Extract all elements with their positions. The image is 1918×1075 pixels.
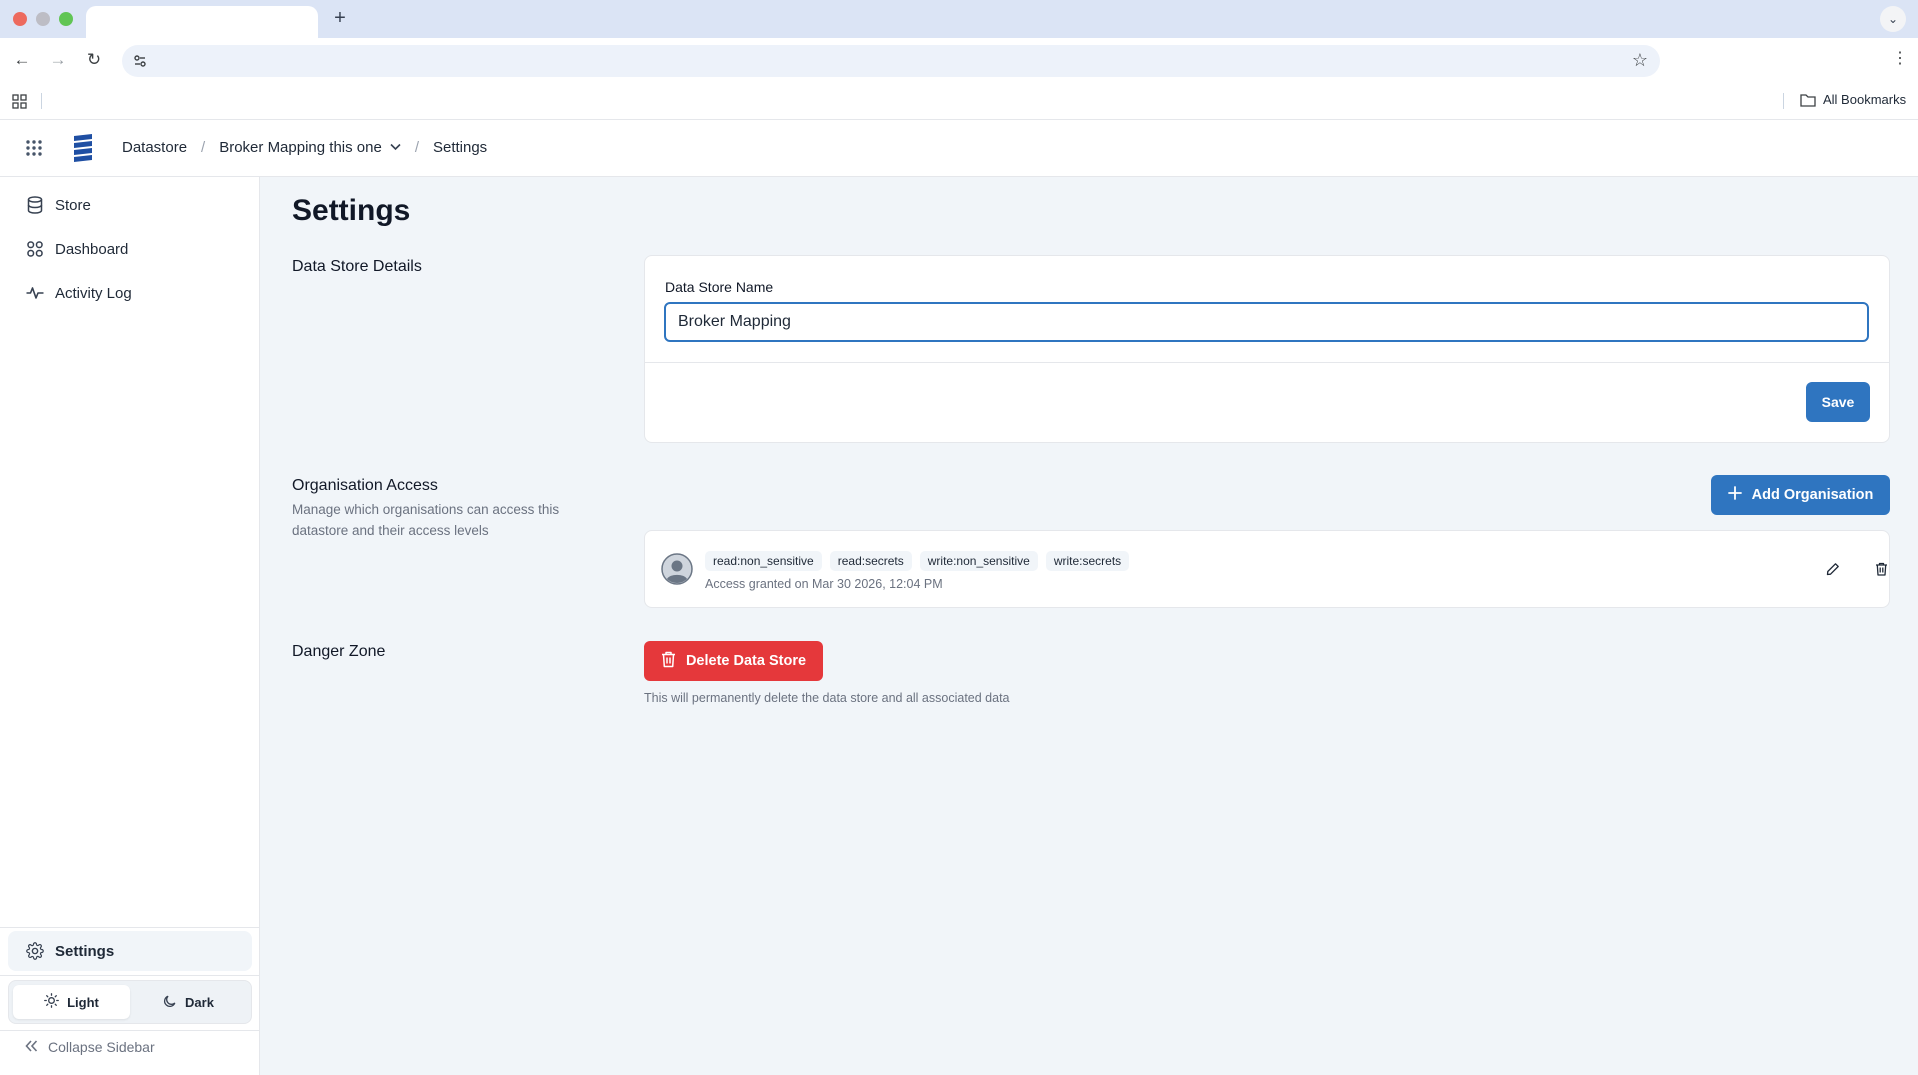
- add-organisation-label: Add Organisation: [1751, 487, 1874, 503]
- breadcrumb-separator: /: [201, 139, 206, 156]
- sidebar-divider: [0, 927, 260, 928]
- bookmarks-divider: [1783, 93, 1784, 109]
- bookmarks-divider: [41, 93, 42, 109]
- all-bookmarks-label: All Bookmarks: [1823, 92, 1907, 107]
- back-arrow-icon[interactable]: ←: [10, 48, 34, 72]
- main-content: Settings Data Store Details Data Store N…: [261, 177, 1918, 1075]
- details-card: Data Store Name Save: [644, 255, 1890, 443]
- activity-pulse-icon: [25, 283, 45, 303]
- sun-icon: [44, 993, 60, 1011]
- collapse-sidebar-button[interactable]: Collapse Sidebar: [25, 1039, 155, 1055]
- sidebar-item-label: Settings: [55, 942, 115, 960]
- sidebar-item-settings[interactable]: Settings: [8, 931, 252, 971]
- app-launcher-icon[interactable]: [25, 139, 43, 162]
- dashboard-grid-icon: [25, 239, 45, 259]
- maximize-window-button[interactable]: [59, 12, 73, 26]
- danger-zone-section-title: Danger Zone: [292, 643, 386, 660]
- permission-badge: read:non_sensitive: [705, 551, 822, 571]
- details-section-title: Data Store Details: [292, 258, 422, 275]
- sidebar-divider: [0, 975, 260, 976]
- delete-warning-text: This will permanently delete the data st…: [644, 691, 1010, 705]
- folder-icon: [1800, 93, 1816, 107]
- database-icon: [25, 195, 45, 215]
- delete-data-store-button[interactable]: Delete Data Store: [644, 641, 823, 681]
- theme-toggle: Light Dark: [8, 980, 252, 1024]
- app-header: Datastore / Broker Mapping this one / Se…: [0, 120, 1918, 177]
- page-title: Settings: [292, 194, 411, 227]
- sidebar-item-activity-log[interactable]: Activity Log: [8, 273, 252, 313]
- site-settings-icon[interactable]: [130, 51, 150, 71]
- sidebar: Store Dashboard Activity Log Settings Li…: [0, 177, 260, 1075]
- sidebar-item-label: Dashboard: [55, 240, 129, 258]
- edit-pencil-icon[interactable]: [1823, 559, 1843, 579]
- data-store-name-label: Data Store Name: [665, 279, 774, 295]
- card-divider: [645, 362, 1889, 363]
- breadcrumb-datastore-select[interactable]: Broker Mapping this one: [219, 139, 382, 156]
- gear-icon: [25, 941, 45, 961]
- organisation-access-row: read:non_sensitive read:secrets write:no…: [644, 530, 1890, 608]
- breadcrumb-datastore[interactable]: Datastore: [122, 139, 187, 156]
- trash-icon[interactable]: [1871, 559, 1891, 579]
- delete-data-store-label: Delete Data Store: [685, 653, 807, 669]
- breadcrumb-separator: /: [414, 139, 419, 156]
- org-access-description: Manage which organisations can access th…: [292, 502, 560, 538]
- bookmark-star-icon[interactable]: ☆: [1632, 50, 1648, 71]
- tab-search-button[interactable]: ⌄: [1880, 6, 1906, 32]
- browser-tab-active[interactable]: [86, 6, 318, 38]
- plus-icon: [1727, 486, 1742, 504]
- sidebar-item-dashboard[interactable]: Dashboard: [8, 229, 252, 269]
- access-granted-text: Access granted on Mar 30 2026, 12:04 PM: [705, 577, 943, 591]
- data-store-name-input[interactable]: [664, 302, 1869, 342]
- breadcrumb-settings: Settings: [432, 139, 488, 156]
- permission-badge: write:non_sensitive: [919, 551, 1038, 571]
- sidebar-item-store[interactable]: Store: [8, 185, 252, 225]
- browser-menu-icon[interactable]: ⋮: [1892, 48, 1908, 68]
- org-access-section-title: Organisation Access: [292, 477, 438, 494]
- theme-light-button[interactable]: Light: [13, 985, 130, 1019]
- moon-icon: [163, 994, 177, 1011]
- add-organisation-button[interactable]: Add Organisation: [1711, 475, 1890, 515]
- save-button[interactable]: Save: [1806, 382, 1870, 422]
- new-tab-button[interactable]: +: [328, 6, 352, 30]
- sidebar-item-label: Store: [55, 196, 91, 214]
- breadcrumb: Datastore / Broker Mapping this one / Se…: [122, 139, 487, 156]
- collapse-sidebar-label: Collapse Sidebar: [48, 1039, 155, 1055]
- theme-dark-label: Dark: [185, 994, 214, 1010]
- user-avatar-icon: [661, 553, 693, 590]
- chevrons-left-icon: [25, 1039, 38, 1055]
- theme-light-label: Light: [67, 994, 99, 1010]
- permission-badge: read:secrets: [829, 551, 912, 571]
- chevron-down-icon[interactable]: [390, 142, 401, 154]
- permission-badge: write:secrets: [1045, 551, 1130, 571]
- theme-dark-button[interactable]: Dark: [130, 985, 247, 1019]
- app-logo-icon[interactable]: [74, 134, 92, 167]
- all-bookmarks-button[interactable]: All Bookmarks: [1800, 92, 1906, 107]
- browser-toolbar: ← → ↻ ☆ ⋮: [0, 38, 1918, 82]
- minimize-window-button[interactable]: [36, 12, 50, 26]
- address-bar[interactable]: ☆: [122, 45, 1660, 77]
- apps-grid-icon[interactable]: [12, 94, 27, 114]
- permission-badges: read:non_sensitive read:secrets write:no…: [705, 551, 1130, 571]
- forward-arrow-icon[interactable]: →: [46, 48, 70, 72]
- reload-icon[interactable]: ↻: [82, 48, 106, 72]
- bookmarks-bar: All Bookmarks: [0, 82, 1918, 120]
- sidebar-item-label: Activity Log: [55, 284, 132, 302]
- close-window-button[interactable]: [13, 12, 27, 26]
- trash-icon: [661, 651, 676, 672]
- sidebar-divider: [0, 1030, 260, 1031]
- browser-tabstrip: + ⌄: [0, 0, 1918, 38]
